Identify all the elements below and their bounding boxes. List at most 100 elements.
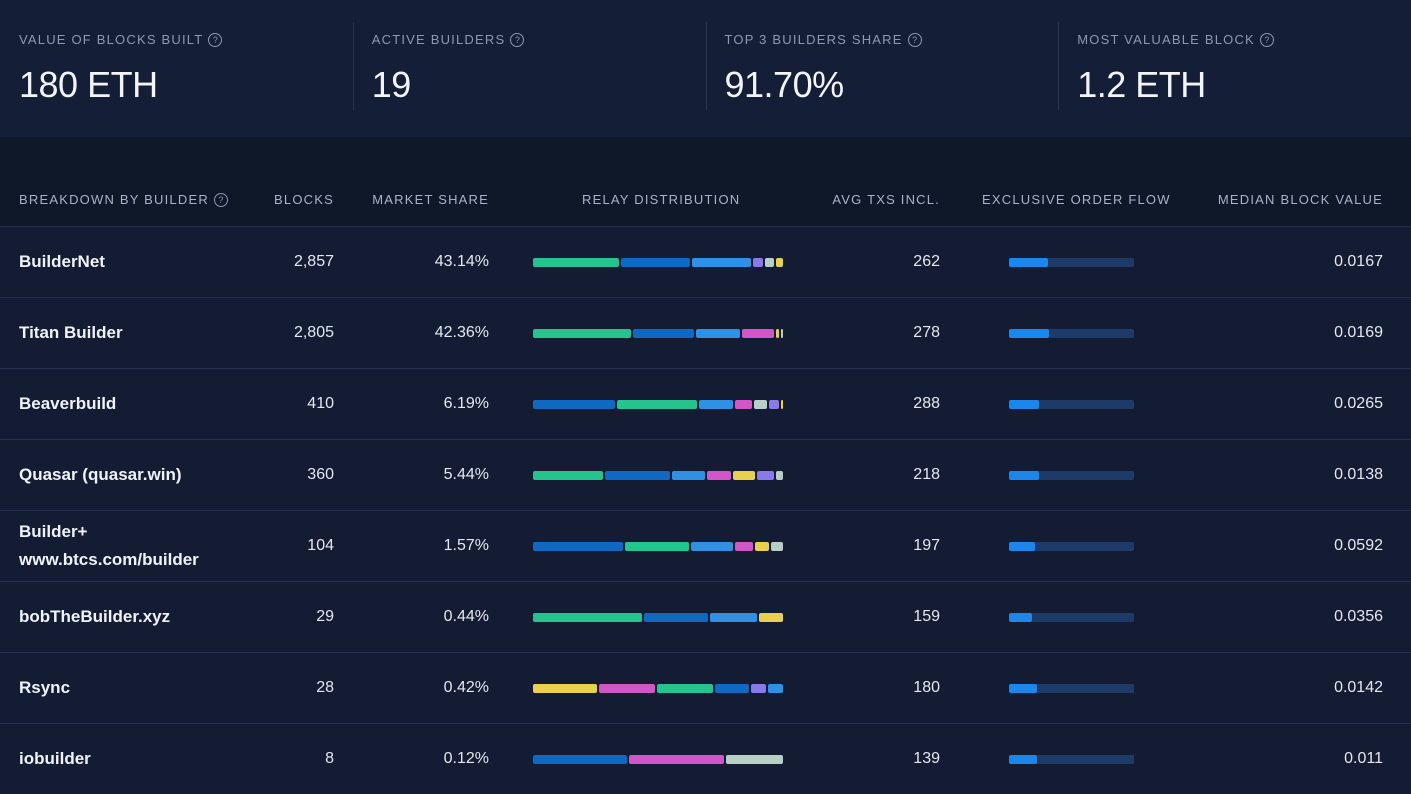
relay-segment[interactable] [759, 613, 783, 622]
exclusive-order-flow-fill [1009, 684, 1037, 693]
avg-txs: 180 [913, 679, 940, 696]
relay-segment[interactable] [714, 684, 750, 693]
divider [705, 22, 707, 110]
relay-segment[interactable] [753, 258, 763, 267]
relay-segment[interactable] [770, 542, 783, 551]
help-icon[interactable]: ? [1259, 32, 1274, 47]
builder-name[interactable]: BuilderNet [19, 227, 249, 297]
market-share: 0.42% [443, 679, 489, 696]
exclusive-order-flow-bar [1009, 400, 1134, 409]
relay-segment[interactable] [533, 684, 598, 693]
relay-segment[interactable] [533, 258, 620, 267]
header-median-block-value[interactable]: MEDIAN BLOCK VALUE [1218, 192, 1383, 207]
help-icon[interactable]: ? [213, 192, 228, 207]
summary-stats: VALUE OF BLOCKS BUILT? 180 ETH ACTIVE BU… [0, 0, 1411, 137]
relay-segment[interactable] [781, 400, 783, 409]
stat-value-of-blocks: VALUE OF BLOCKS BUILT? 180 ETH [0, 0, 353, 137]
relay-segment[interactable] [735, 400, 753, 409]
relay-segment[interactable] [733, 471, 755, 480]
relay-segment[interactable] [533, 329, 631, 338]
relay-segment[interactable] [735, 542, 753, 551]
table-row[interactable]: Rsync 28 0.42% 180 0.0142 [0, 652, 1411, 723]
table-row[interactable]: bobTheBuilder.xyz 29 0.44% 159 0.0356 [0, 581, 1411, 652]
relay-segment[interactable] [533, 542, 623, 551]
relay-segment[interactable] [775, 258, 783, 267]
header-market-share[interactable]: MARKET SHARE [372, 192, 489, 207]
relay-segment[interactable] [533, 755, 628, 764]
table-row[interactable]: iobuilder 8 0.12% 139 0.011 [0, 723, 1411, 794]
relay-distribution-bar [533, 755, 783, 764]
relay-segment[interactable] [629, 755, 724, 764]
median-block-value: 0.0169 [1334, 324, 1383, 341]
builder-name[interactable]: Builder+ www.btcs.com/builder [19, 511, 249, 581]
relay-segment[interactable] [725, 755, 783, 764]
relay-segment[interactable] [533, 471, 603, 480]
table-row[interactable]: Builder+ www.btcs.com/builder 104 1.57% 197… [0, 510, 1411, 581]
builder-name[interactable]: Quasar (quasar.win) [19, 440, 249, 510]
stat-value: 180 ETH [19, 64, 158, 105]
table-row[interactable]: Beaverbuild 410 6.19% 288 0.0265 [0, 368, 1411, 439]
relay-segment[interactable] [599, 684, 655, 693]
relay-distribution-bar [533, 471, 784, 480]
builder-name[interactable]: bobTheBuilder.xyz [19, 582, 249, 652]
relay-segment[interactable] [644, 613, 709, 622]
relay-segment[interactable] [756, 471, 774, 480]
exclusive-order-flow-fill [1009, 471, 1039, 480]
blocks-count: 2,805 [293, 324, 334, 341]
exclusive-order-flow-bar [1009, 684, 1134, 693]
avg-txs: 288 [913, 395, 940, 412]
stat-top3-share: TOP 3 BUILDERS SHARE? 91.70% [705, 0, 1059, 137]
relay-segment[interactable] [632, 329, 695, 338]
blocks-count: 360 [307, 466, 334, 483]
table-header: BREAKDOWN BY BUILDER? BLOCKS MARKET SHAR… [0, 188, 1411, 212]
builder-name[interactable]: Titan Builder [19, 298, 249, 368]
header-blocks[interactable]: BLOCKS [274, 192, 334, 207]
table-row[interactable]: Titan Builder 2,805 42.36% 278 0.0169 [0, 297, 1411, 368]
builder-name[interactable]: Rsync [19, 653, 249, 723]
relay-segment[interactable] [768, 684, 783, 693]
relay-segment[interactable] [617, 400, 698, 409]
relay-segment[interactable] [775, 471, 784, 480]
blocks-count: 410 [307, 395, 334, 412]
relay-segment[interactable] [751, 684, 767, 693]
relay-segment[interactable] [533, 613, 642, 622]
header-exclusive-order-flow[interactable]: EXCLUSIVE ORDER FLOW [982, 192, 1171, 207]
relay-segment[interactable] [621, 258, 691, 267]
relay-segment[interactable] [671, 471, 706, 480]
exclusive-order-flow-bar [1009, 613, 1134, 622]
relay-segment[interactable] [533, 400, 616, 409]
header-builder[interactable]: BREAKDOWN BY BUILDER [19, 192, 209, 207]
help-icon[interactable]: ? [208, 32, 223, 47]
help-icon[interactable]: ? [907, 32, 922, 47]
header-avg-txs[interactable]: AVG TXS INCL. [832, 192, 940, 207]
builder-name[interactable]: iobuilder [19, 724, 249, 794]
builder-name[interactable]: Beaverbuild [19, 369, 249, 439]
relay-segment[interactable] [624, 542, 690, 551]
relay-segment[interactable] [710, 613, 758, 622]
relay-distribution-bar [533, 329, 783, 338]
median-block-value: 0.011 [1344, 750, 1383, 767]
relay-segment[interactable] [696, 329, 741, 338]
relay-segment[interactable] [707, 471, 732, 480]
stat-label: VALUE OF BLOCKS BUILT [19, 32, 204, 47]
stat-label: TOP 3 BUILDERS SHARE [724, 32, 903, 47]
relay-segment[interactable] [742, 329, 775, 338]
table-row[interactable]: Quasar (quasar.win) 360 5.44% 218 0.0138 [0, 439, 1411, 510]
avg-txs: 262 [913, 253, 940, 270]
relay-segment[interactable] [657, 684, 713, 693]
relay-segment[interactable] [754, 400, 768, 409]
relay-segment[interactable] [692, 258, 752, 267]
divider [1058, 22, 1060, 110]
relay-segment[interactable] [776, 329, 779, 338]
relay-segment[interactable] [699, 400, 734, 409]
avg-txs: 278 [913, 324, 940, 341]
relay-segment[interactable] [780, 329, 783, 338]
table-row[interactable]: BuilderNet 2,857 43.14% 262 0.0167 [0, 226, 1411, 297]
relay-segment[interactable] [754, 542, 769, 551]
relay-segment[interactable] [604, 471, 670, 480]
relay-segment[interactable] [765, 258, 774, 267]
relay-segment[interactable] [691, 542, 734, 551]
table-header-background [0, 137, 1411, 227]
relay-segment[interactable] [769, 400, 780, 409]
help-icon[interactable]: ? [510, 32, 525, 47]
